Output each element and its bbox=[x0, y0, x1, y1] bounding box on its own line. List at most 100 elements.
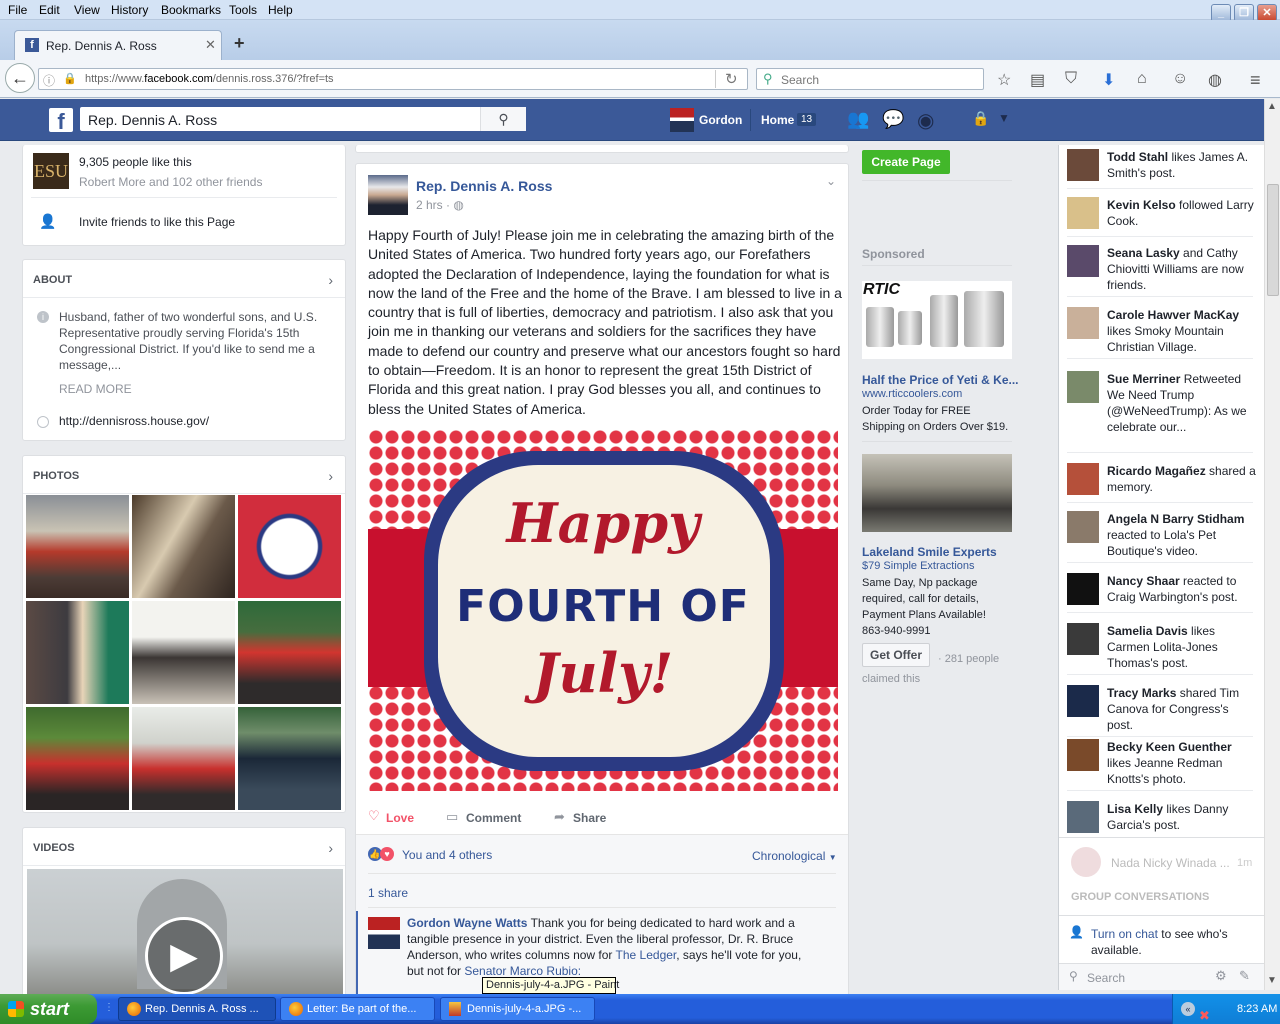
clock-time[interactable]: 8:23 AM bbox=[1237, 994, 1277, 1024]
download-icon[interactable]: ⬇ bbox=[1102, 70, 1115, 90]
ticker-item[interactable]: Ricardo Magañez shared a memory. bbox=[1067, 463, 1256, 503]
love-button[interactable]: Love bbox=[386, 811, 414, 825]
ticker-avatar[interactable] bbox=[1067, 623, 1099, 655]
ticker-avatar[interactable] bbox=[1067, 739, 1099, 771]
ticker-name[interactable]: Angela N Barry Stidham bbox=[1107, 512, 1244, 526]
taskbar-item-paint[interactable]: Dennis-july-4-a.JPG -... bbox=[440, 997, 595, 1021]
url-bar[interactable]: ⓘ 🔒 https://www.facebook.com/dennis.ross… bbox=[38, 68, 748, 90]
create-page-button[interactable]: Create Page bbox=[862, 150, 950, 174]
commenter-avatar[interactable] bbox=[368, 917, 400, 949]
ticker-avatar[interactable] bbox=[1067, 149, 1099, 181]
photo-thumbnail[interactable] bbox=[26, 495, 129, 598]
ad1-title-link[interactable]: Half the Price of Yeti & Ke... bbox=[862, 373, 1019, 387]
post-author-link[interactable]: Rep. Dennis A. Ross bbox=[416, 178, 552, 194]
video-thumbnail[interactable]: ▶ bbox=[27, 869, 343, 995]
post-options-chevron-icon[interactable]: ⌄ bbox=[826, 174, 836, 188]
browser-search-box[interactable]: ⚲ Search bbox=[756, 68, 984, 90]
photo-thumbnail[interactable] bbox=[238, 601, 341, 704]
ticker-avatar[interactable] bbox=[1067, 511, 1099, 543]
info-icon[interactable]: ⓘ bbox=[43, 72, 55, 89]
ticker-avatar[interactable] bbox=[1067, 245, 1099, 277]
ticker-name[interactable]: Kevin Kelso bbox=[1107, 198, 1176, 212]
fourth-of-july-image[interactable]: Happy FOURTH OF July! bbox=[368, 429, 838, 791]
close-tab-icon[interactable]: ✕ bbox=[205, 37, 216, 53]
tray-expand-icon[interactable]: « bbox=[1181, 1002, 1195, 1016]
chat-search-input[interactable]: Search bbox=[1087, 971, 1125, 985]
account-dropdown-icon[interactable]: ▼ bbox=[998, 111, 1010, 125]
user-name-link[interactable]: Gordon bbox=[699, 113, 742, 127]
the-ledger-link[interactable]: The Ledger bbox=[616, 948, 677, 962]
taskbar-item-firefox-active[interactable]: Rep. Dennis A. Ross ... bbox=[118, 997, 276, 1021]
commenter-name-link[interactable]: Gordon Wayne Watts bbox=[407, 916, 527, 930]
bookmark-star-icon[interactable]: ☆ bbox=[997, 70, 1011, 90]
author-avatar[interactable] bbox=[368, 175, 408, 215]
hamburger-menu-icon[interactable]: ≡ bbox=[1250, 70, 1261, 91]
ticker-item[interactable]: Todd Stahl likes James A. Smith's post. bbox=[1067, 149, 1253, 189]
back-arrow-icon[interactable]: ← bbox=[5, 63, 35, 93]
ticker-name[interactable]: Lisa Kelly bbox=[1107, 802, 1163, 816]
ticker-avatar[interactable] bbox=[1067, 371, 1099, 403]
about-title[interactable]: ABOUT bbox=[23, 260, 345, 298]
ticker-name[interactable]: Seana Lasky bbox=[1107, 246, 1180, 260]
website-link[interactable]: http://dennisross.house.gov/ bbox=[59, 414, 209, 428]
read-more-link[interactable]: READ MORE bbox=[59, 382, 132, 396]
ticker-avatar[interactable] bbox=[1067, 573, 1099, 605]
friends-like[interactable]: Robert More and 102 other friends bbox=[79, 175, 262, 189]
taskbar-item-firefox[interactable]: Letter: Be part of the... bbox=[280, 997, 435, 1021]
search-icon[interactable]: ⚲ bbox=[480, 107, 526, 131]
ticker-avatar[interactable] bbox=[1067, 307, 1099, 339]
senator-rubio-link[interactable]: Senator Marco Rubio: bbox=[464, 964, 581, 978]
scroll-down-arrow-icon[interactable]: ▼ bbox=[1267, 975, 1277, 986]
search-engine-icon[interactable]: ⚲ bbox=[763, 71, 773, 87]
ticker-item[interactable]: Carole Hawver MacKay likes Smoky Mountai… bbox=[1067, 307, 1253, 359]
chevron-right-icon[interactable]: › bbox=[328, 272, 333, 288]
ticker-item[interactable]: Becky Keen Guenther likes Jeanne Redman … bbox=[1067, 739, 1253, 791]
ticker-name[interactable]: Becky Keen Guenther bbox=[1107, 740, 1232, 754]
photo-thumbnail[interactable] bbox=[238, 495, 341, 598]
photo-thumbnail[interactable] bbox=[132, 601, 235, 704]
photo-thumbnail[interactable] bbox=[26, 707, 129, 810]
volume-muted-icon[interactable]: ✖ bbox=[1199, 1001, 1210, 1024]
ticker-item[interactable]: Samelia Davis likes Carmen Lolita-Jones … bbox=[1067, 623, 1253, 675]
scrollbar-thumb[interactable] bbox=[1267, 184, 1279, 296]
hello-icon[interactable]: ☺ bbox=[1172, 70, 1188, 88]
facebook-search-box[interactable]: Rep. Dennis A. Ross ⚲ bbox=[80, 107, 526, 131]
ticker-name[interactable]: Todd Stahl bbox=[1107, 150, 1168, 164]
shares-count[interactable]: 1 share bbox=[368, 886, 408, 900]
comment-order-dropdown[interactable]: Chronological ▼ bbox=[752, 849, 837, 863]
ticker-item[interactable]: Kevin Kelso followed Larry Cook. bbox=[1067, 197, 1254, 237]
menu-file[interactable]: File bbox=[8, 3, 27, 17]
new-tab-button[interactable]: + bbox=[234, 33, 245, 54]
globe-addon-icon[interactable]: ◍ bbox=[1208, 70, 1222, 90]
dental-office-ad-image[interactable] bbox=[862, 454, 1012, 532]
ad1-url[interactable]: www.rticcoolers.com bbox=[862, 388, 962, 400]
start-button[interactable]: start bbox=[0, 994, 97, 1024]
ticker-avatar[interactable] bbox=[1067, 463, 1099, 495]
photo-thumbnail[interactable] bbox=[26, 601, 129, 704]
gear-icon[interactable]: ⚙ bbox=[1215, 968, 1227, 984]
ticker-name[interactable]: Nancy Shaar bbox=[1107, 574, 1180, 588]
menu-bookmarks[interactable]: Bookmarks bbox=[161, 3, 221, 17]
videos-title[interactable]: VIDEOS bbox=[23, 828, 345, 866]
user-avatar[interactable] bbox=[670, 108, 694, 132]
menu-history[interactable]: History bbox=[111, 3, 148, 17]
scroll-up-arrow-icon[interactable]: ▲ bbox=[1267, 101, 1277, 112]
tab-active[interactable]: f Rep. Dennis A. Ross ✕ bbox=[14, 30, 222, 60]
menu-tools[interactable]: Tools bbox=[229, 3, 257, 17]
ticker-name[interactable]: Sue Merriner bbox=[1107, 372, 1180, 386]
messages-icon[interactable]: 💬 bbox=[882, 109, 904, 130]
chevron-right-icon[interactable]: › bbox=[328, 468, 333, 484]
ticker-item[interactable]: Sue Merriner Retweeted We Need Trump (@W… bbox=[1067, 371, 1253, 453]
ticker-name[interactable]: Carole Hawver MacKay bbox=[1107, 308, 1239, 322]
photo-thumbnail[interactable] bbox=[238, 707, 341, 810]
ticker-item[interactable]: Nancy Shaar reacted to Craig Warbington'… bbox=[1067, 573, 1253, 613]
vertical-scrollbar[interactable]: ▲ ▼ bbox=[1264, 99, 1280, 990]
post-timestamp[interactable]: 2 hrs · ◍ bbox=[416, 198, 464, 212]
reload-icon[interactable]: ↻ bbox=[725, 70, 738, 88]
ticker-item[interactable]: Angela N Barry Stidham reacted to Lola's… bbox=[1067, 511, 1253, 563]
ticker-item[interactable]: Seana Lasky and Cathy Chiovitti Williams… bbox=[1067, 245, 1253, 297]
photo-thumbnail[interactable] bbox=[132, 495, 235, 598]
comment-button[interactable]: Comment bbox=[466, 811, 521, 825]
photos-title[interactable]: PHOTOS bbox=[23, 456, 345, 494]
new-message-icon[interactable]: ✎ bbox=[1239, 968, 1250, 984]
